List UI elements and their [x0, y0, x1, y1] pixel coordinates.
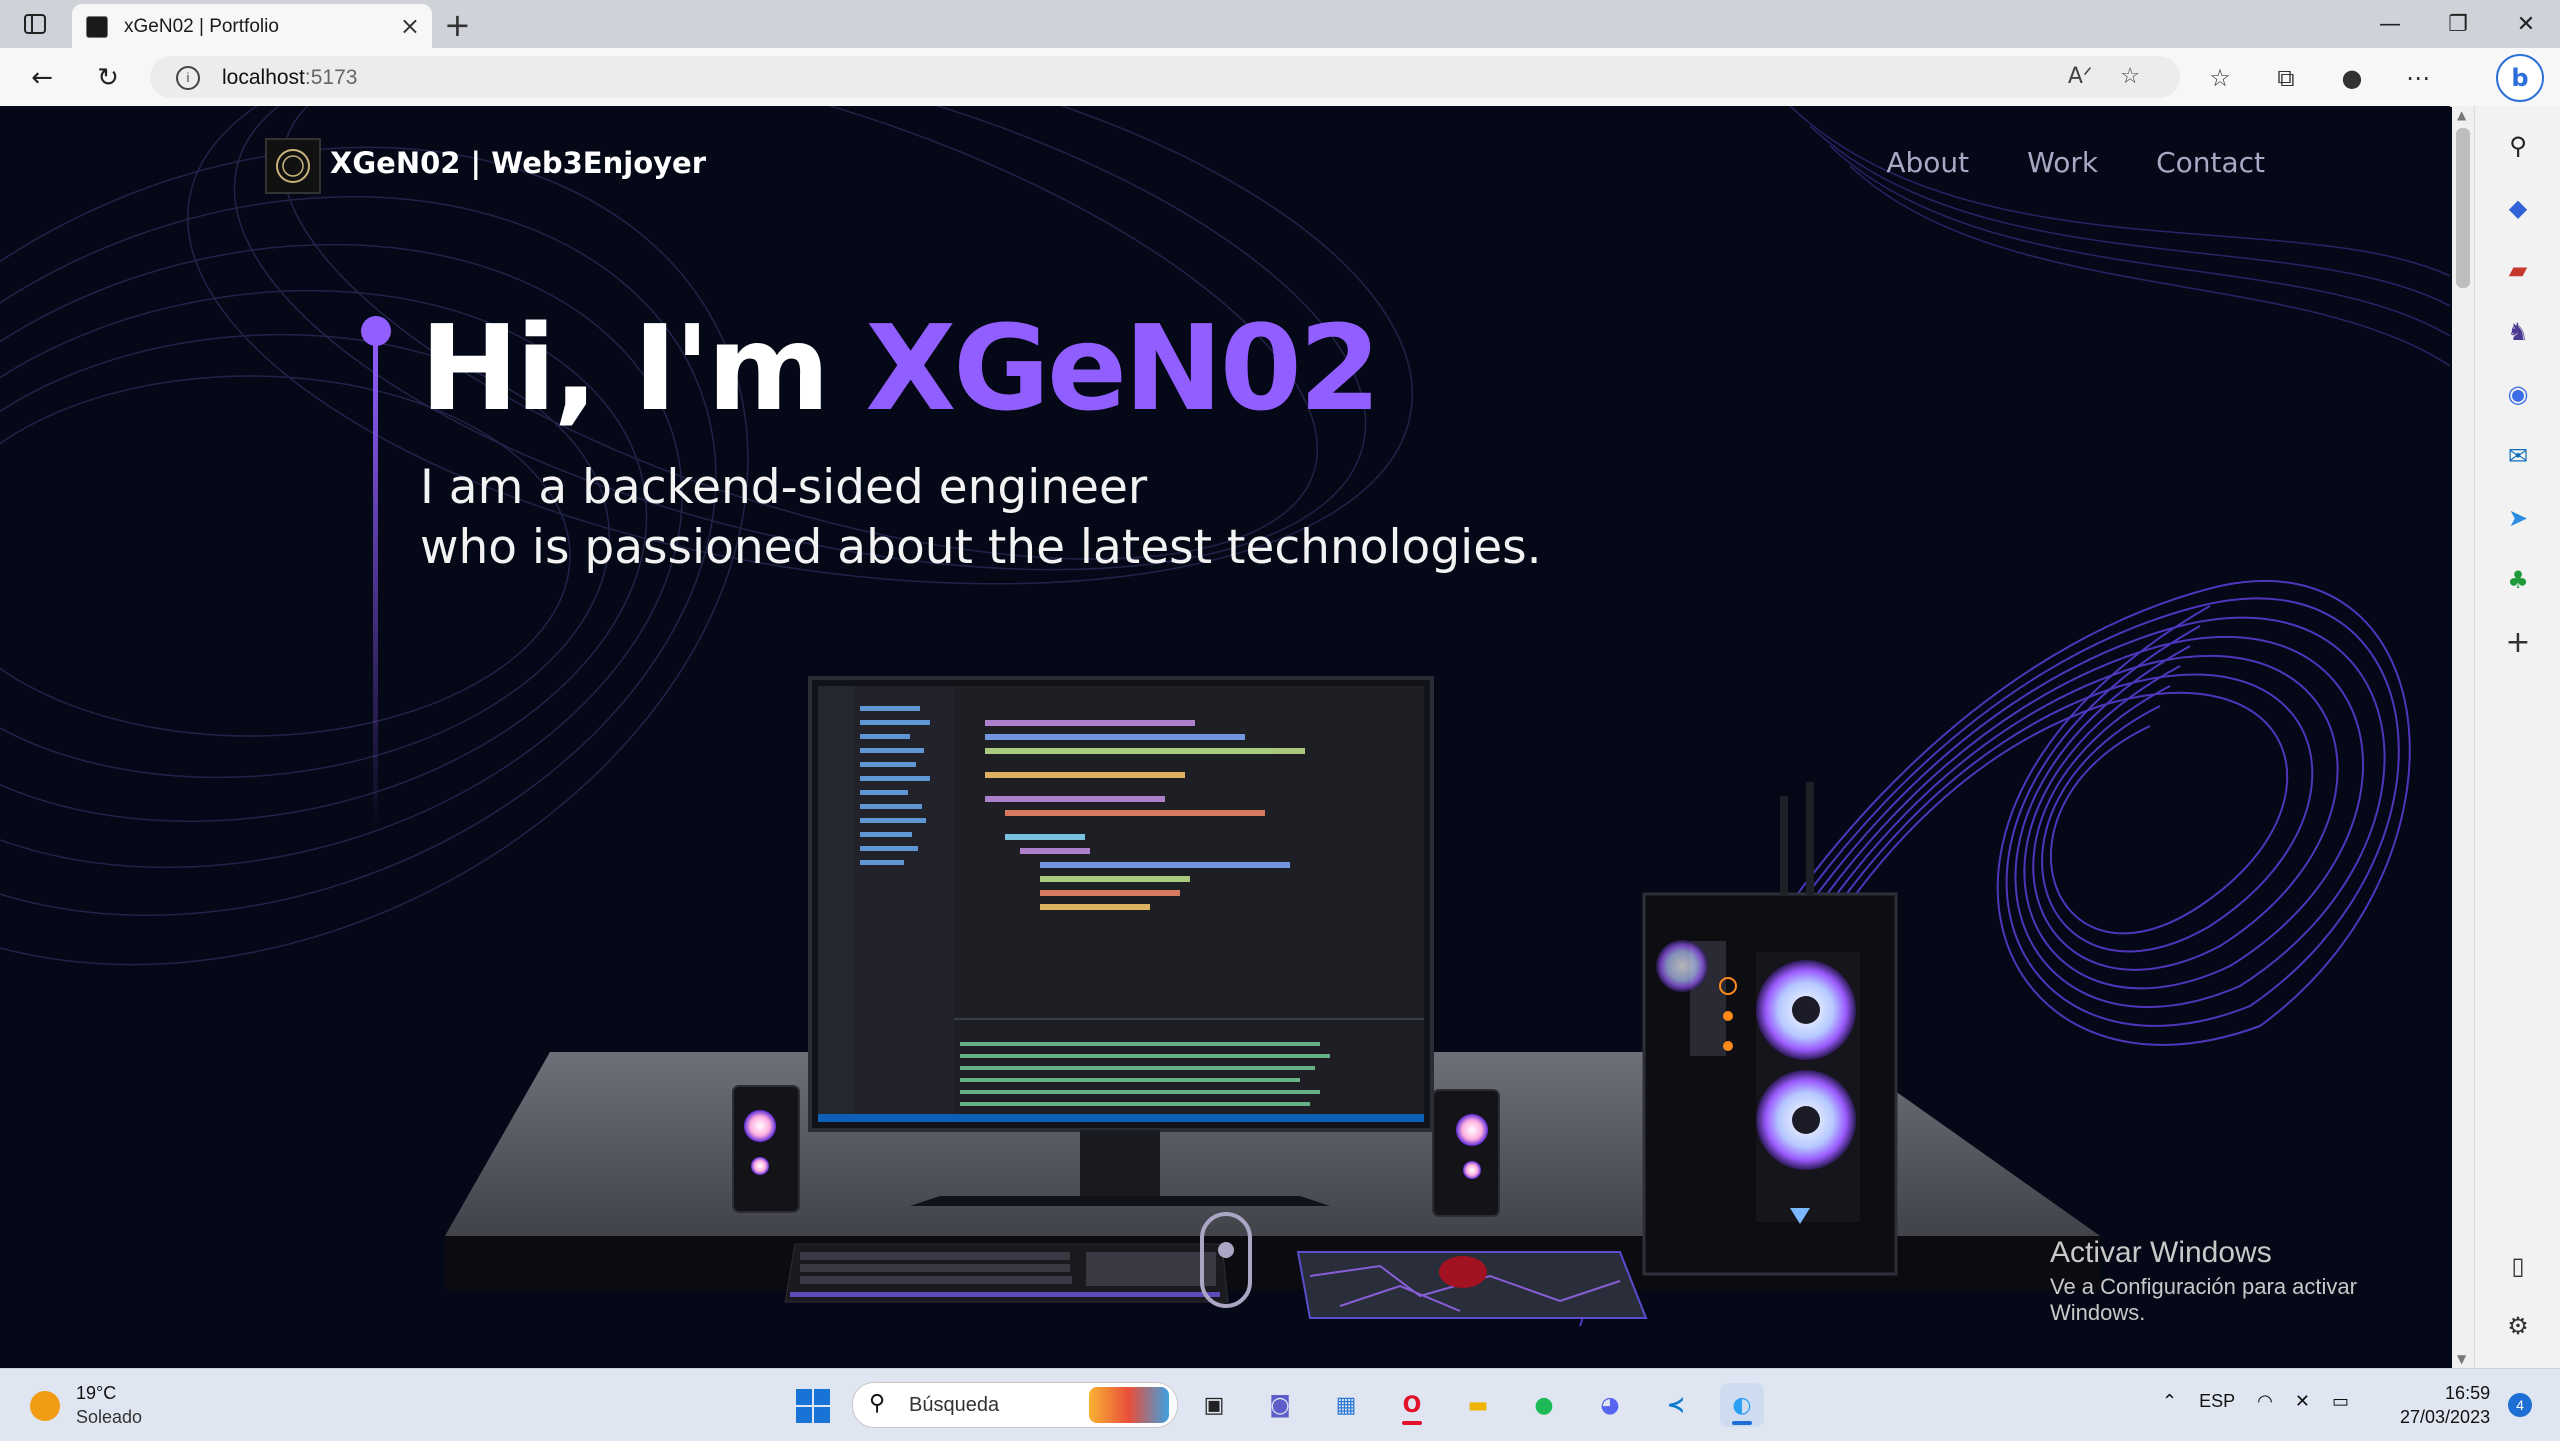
chevron-up-icon[interactable]: ⌃ [2162, 1391, 2177, 1412]
send-icon[interactable]: ➤ [2498, 498, 2538, 538]
clock[interactable]: 16:59 27/03/2023 [2400, 1381, 2490, 1429]
toolbox-icon[interactable]: ▰ [2498, 250, 2538, 290]
refresh-icon[interactable]: ↻ [88, 58, 128, 98]
sun-icon[interactable] [30, 1391, 60, 1421]
clock-date: 27/03/2023 [2400, 1407, 2491, 1427]
profile-icon[interactable]: ● [2332, 58, 2372, 98]
wifi-icon[interactable]: ◠ [2257, 1391, 2273, 1412]
hero-name: XGeN02 [865, 299, 1381, 437]
store-icon[interactable]: ▦ [1324, 1383, 1368, 1427]
system-tray: ⌃ ESP ◠ ✕ ▭ [2162, 1391, 2349, 1412]
task-view-icon[interactable]: ▣ [1192, 1383, 1236, 1427]
nav-work[interactable]: Work [2027, 146, 2098, 179]
page-viewport: XGeN02 | Web3Enjoyer About Work Contact … [0, 106, 2450, 1368]
close-window-icon[interactable]: ✕ [2492, 0, 2560, 48]
site-info-icon[interactable]: i [176, 66, 200, 90]
chess-icon[interactable]: ♞ [2498, 312, 2538, 352]
hero-subtitle: I am a backend-sided engineer who is pas… [420, 460, 1542, 575]
taskbar-search[interactable]: ⚲ Búsqueda [852, 1382, 1178, 1428]
site-name[interactable]: XGeN02 | Web3Enjoyer [330, 146, 706, 180]
notification-badge[interactable]: 4 [2508, 1393, 2532, 1417]
search-icon[interactable]: ⚲ [2498, 126, 2538, 166]
site-nav: About Work Contact [1886, 146, 2265, 179]
sidebar-layout-icon[interactable]: ▯ [2498, 1246, 2538, 1286]
minimize-icon[interactable]: — [2356, 0, 2424, 48]
edge-sidebar: ⚲ ◆ ▰ ♞ ◉ ✉ ➤ ♣ + ▯ ⚙ [2474, 106, 2560, 1368]
search-highlight-image [1089, 1387, 1169, 1423]
tab-title: xGeN02 | Portfolio [124, 16, 279, 37]
read-aloud-icon[interactable]: Aᐟ [2068, 64, 2092, 89]
toolbar-right: ☆ ⧉ ● ⋯ [2200, 58, 2438, 98]
spotify-icon[interactable]: ● [1522, 1383, 1566, 1427]
tab-favicon-icon [86, 16, 108, 38]
restore-icon[interactable]: ❐ [2424, 0, 2492, 48]
collections-icon[interactable]: ⧉ [2266, 58, 2306, 98]
opera-icon[interactable]: O [1390, 1383, 1434, 1427]
language-indicator[interactable]: ESP [2199, 1391, 2235, 1412]
start-button[interactable] [796, 1389, 830, 1423]
scroll-ball [1218, 1242, 1234, 1258]
settings-gear-icon[interactable]: ⚙ [2498, 1306, 2538, 1346]
more-menu-icon[interactable]: ⋯ [2398, 58, 2438, 98]
file-explorer-icon[interactable]: ▬ [1456, 1383, 1500, 1427]
background-waves [0, 106, 2450, 1327]
bing-chat-icon[interactable]: b [2496, 54, 2544, 102]
url-bar[interactable]: i localhost:5173 Aᐟ ☆ [150, 56, 2180, 98]
search-placeholder: Búsqueda [909, 1394, 1000, 1416]
vscode-icon[interactable]: ≺ [1654, 1383, 1698, 1427]
favorite-star-icon[interactable]: ☆ [2120, 64, 2140, 89]
new-tab-icon[interactable]: + [444, 6, 471, 44]
nav-about[interactable]: About [1886, 146, 1969, 179]
scroll-thumb[interactable] [2456, 128, 2470, 288]
tab-close-icon[interactable]: × [400, 12, 420, 40]
scroll-down-indicator[interactable] [1200, 1212, 1252, 1308]
page-scrollbar[interactable]: ▲ ▼ [2452, 106, 2474, 1368]
activate-windows-watermark: Activar Windows Ve a Configuración para … [2050, 1236, 2357, 1325]
outlook-icon[interactable]: ✉ [2498, 436, 2538, 476]
search-icon: ⚲ [869, 1391, 886, 1416]
favorites-icon[interactable]: ☆ [2200, 58, 2240, 98]
windows-taskbar: 19°C Soleado ⚲ Búsqueda ▣ ◙ ▦ O ▬ ● ◕ ≺ … [0, 1368, 2560, 1441]
add-icon[interactable]: + [2498, 622, 2538, 662]
browser-tab[interactable]: xGeN02 | Portfolio × [72, 4, 432, 48]
scroll-down-arrow-icon[interactable]: ▼ [2457, 1352, 2466, 1366]
back-icon[interactable]: ← [22, 58, 62, 98]
office-icon[interactable]: ◉ [2498, 374, 2538, 414]
hero-dot [361, 316, 391, 346]
tag-icon[interactable]: ◆ [2498, 188, 2538, 228]
volume-muted-icon[interactable]: ✕ [2295, 1391, 2310, 1412]
weather-temp[interactable]: 19°C [76, 1383, 116, 1404]
window-controls: — ❐ ✕ [2356, 0, 2560, 48]
hero-line [373, 344, 378, 832]
site-logo[interactable] [265, 138, 321, 194]
url-text[interactable]: localhost:5173 [222, 66, 357, 90]
discord-icon[interactable]: ◕ [1588, 1383, 1632, 1427]
weather-desc[interactable]: Soleado [76, 1407, 142, 1428]
nav-contact[interactable]: Contact [2156, 146, 2265, 179]
clock-time: 16:59 [2445, 1383, 2491, 1403]
url-actions: Aᐟ ☆ [2068, 64, 2140, 89]
battery-icon[interactable]: ▭ [2332, 1391, 2349, 1412]
address-toolbar: ← ↻ i localhost:5173 Aᐟ ☆ ☆ ⧉ ● ⋯ [0, 48, 2560, 107]
hero-heading: Hi, I'm XGeN02 [420, 299, 1381, 437]
tab-actions-icon[interactable] [20, 10, 50, 38]
teams-icon[interactable]: ◙ [1258, 1383, 1302, 1427]
tree-icon[interactable]: ♣ [2498, 560, 2538, 600]
scroll-up-arrow-icon[interactable]: ▲ [2457, 108, 2466, 122]
edge-icon[interactable]: ◐ [1720, 1383, 1764, 1427]
browser-tab-bar: xGeN02 | Portfolio × + — ❐ ✕ [0, 0, 2560, 48]
